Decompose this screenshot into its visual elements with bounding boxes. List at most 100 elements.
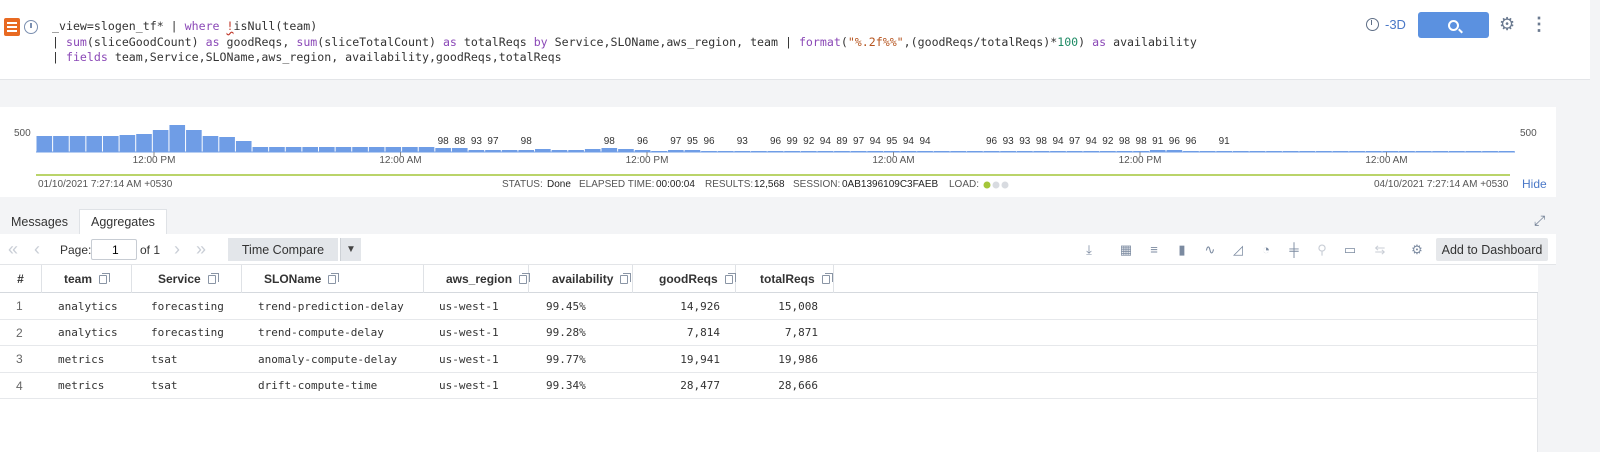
prev-page-icon[interactable]: ‹ xyxy=(34,240,40,258)
histogram-bar xyxy=(1266,151,1282,152)
column-header-totalreqs[interactable]: totalReqs xyxy=(736,265,834,293)
query-editor[interactable]: _view=slogen_tf* | where !isNull(team) |… xyxy=(52,19,1197,66)
add-to-dashboard-button[interactable]: Add to Dashboard xyxy=(1436,238,1548,261)
x-axis-label: 12:00 AM xyxy=(379,155,421,166)
transpose-icon[interactable]: ⇆ xyxy=(1373,243,1387,257)
histogram-bar xyxy=(1199,151,1216,152)
column-label: goodReqs xyxy=(659,272,718,286)
column-header-availability[interactable]: availability xyxy=(529,265,633,293)
totalreqs-cell: 15,008 xyxy=(778,299,818,313)
query-icons xyxy=(4,18,38,36)
histogram-bar xyxy=(884,151,900,152)
copy-icon[interactable] xyxy=(821,272,833,284)
histogram-bar xyxy=(917,151,933,152)
availability-cell: 99.34% xyxy=(546,379,586,392)
chevron-down-icon[interactable]: ▼ xyxy=(340,238,361,261)
histogram-count-label: 94 xyxy=(870,136,882,147)
copy-icon[interactable] xyxy=(207,272,219,284)
column-header-index[interactable]: # xyxy=(0,265,42,293)
histogram-count-label: 97 xyxy=(670,136,682,147)
hide-histogram-link[interactable]: Hide xyxy=(1522,177,1547,191)
histogram-bar xyxy=(834,151,850,152)
q-text: availability xyxy=(1106,34,1197,49)
totalreqs-cell: 7,871 xyxy=(784,326,818,339)
histogram-bar xyxy=(1216,151,1232,152)
settings-icon[interactable]: ⚙ xyxy=(1410,243,1424,257)
search-icon xyxy=(1448,19,1459,31)
copy-icon[interactable] xyxy=(328,272,340,284)
copy-icon[interactable] xyxy=(620,272,632,284)
results-value: 12,568 xyxy=(754,179,785,190)
column-header-aws-region[interactable]: aws_region xyxy=(424,265,531,293)
availability-cell: 99.28% xyxy=(546,326,586,339)
clock-icon xyxy=(1366,18,1379,31)
tab-messages[interactable]: Messages xyxy=(0,209,79,234)
first-page-icon[interactable]: « xyxy=(8,240,18,258)
histogram-bar xyxy=(1166,150,1183,152)
histogram-bar xyxy=(1449,151,1465,152)
histogram-bar xyxy=(651,151,667,152)
map-pin-icon[interactable]: ⚲ xyxy=(1315,243,1329,257)
expand-icon[interactable]: ⤢ xyxy=(1534,212,1545,229)
histogram-bar xyxy=(684,150,701,152)
histogram-chart[interactable]: 500 500 98 88 93 97 98 98 96 97 95 96 93 96 99 92 94 89 97… xyxy=(0,107,1556,177)
tab-aggregates[interactable]: Aggregates xyxy=(78,209,167,234)
copy-icon[interactable] xyxy=(724,272,736,284)
service-cell: tsat xyxy=(151,352,178,366)
download-icon[interactable]: ⤓ xyxy=(1082,243,1096,257)
single-value-icon[interactable]: ▭ xyxy=(1343,243,1357,257)
histogram-bar xyxy=(950,151,967,152)
time-range-picker[interactable]: -3D xyxy=(1366,17,1406,32)
more-options-icon[interactable]: ⋮ xyxy=(1530,15,1548,33)
histogram-bar xyxy=(1282,151,1299,152)
histogram-bar xyxy=(1066,151,1083,152)
histogram-bar xyxy=(402,147,418,152)
bar-chart-icon[interactable]: ≡ xyxy=(1147,243,1161,257)
pie-chart-icon[interactable]: ◔ xyxy=(1259,243,1273,257)
column-header-service[interactable]: Service xyxy=(132,265,242,293)
page-input[interactable] xyxy=(91,239,137,260)
table-row[interactable]: 2 analytics forecasting trend-compute-de… xyxy=(0,320,1538,346)
history-icon[interactable] xyxy=(24,20,38,34)
histogram-count-label: 89 xyxy=(836,136,848,147)
sloname-cell: anomaly-compute-delay xyxy=(258,352,398,366)
column-header-goodreqs[interactable]: goodReqs xyxy=(633,265,736,293)
histogram-count-label: 96 xyxy=(637,136,649,147)
column-label: availability xyxy=(552,272,614,286)
last-page-icon[interactable]: » xyxy=(196,240,206,258)
x-axis-label: 12:00 PM xyxy=(133,155,176,166)
histogram-bar xyxy=(1332,151,1349,152)
area-chart-icon[interactable]: ◿ xyxy=(1231,243,1245,257)
column-chart-icon[interactable]: ▮ xyxy=(1175,243,1189,257)
histogram-bar xyxy=(368,147,385,152)
table-row[interactable]: 1 analytics forecasting trend-prediction… xyxy=(0,293,1538,320)
search-button[interactable] xyxy=(1418,12,1489,38)
copy-icon[interactable] xyxy=(519,272,531,284)
histogram-bar xyxy=(751,151,767,152)
histogram-bar xyxy=(36,136,53,152)
column-header-team[interactable]: team xyxy=(42,265,132,293)
histogram-count-label: 98 xyxy=(1119,136,1131,147)
histogram-bar xyxy=(850,151,867,152)
table-view-icon[interactable]: ▦ xyxy=(1119,243,1133,257)
histogram-bar xyxy=(1482,151,1498,152)
column-header-sloname[interactable]: SLOName xyxy=(242,265,424,293)
copy-icon[interactable] xyxy=(99,272,111,284)
box-plot-icon[interactable]: ╪ xyxy=(1287,243,1301,257)
next-page-icon[interactable]: › xyxy=(174,240,180,258)
histogram-bar xyxy=(219,137,235,152)
histogram-bar xyxy=(136,134,152,152)
document-icon[interactable] xyxy=(4,18,20,36)
histogram-count-label: 93 xyxy=(737,136,749,147)
histogram-bar xyxy=(1316,151,1332,152)
histogram-bar xyxy=(269,147,285,152)
aws-region-cell: us-west-1 xyxy=(439,379,499,392)
histogram-count-label: 97 xyxy=(853,136,865,147)
time-compare-button[interactable]: Time Compare xyxy=(228,238,338,261)
table-row[interactable]: 4 metrics tsat drift-compute-time us-wes… xyxy=(0,373,1538,399)
histogram-count-label: 98 xyxy=(438,136,450,147)
gear-icon[interactable]: ⚙ xyxy=(1499,15,1515,33)
line-chart-icon[interactable]: ∿ xyxy=(1203,243,1217,257)
table-row[interactable]: 3 metrics tsat anomaly-compute-delay us-… xyxy=(0,346,1538,373)
team-cell: analytics xyxy=(58,326,118,339)
